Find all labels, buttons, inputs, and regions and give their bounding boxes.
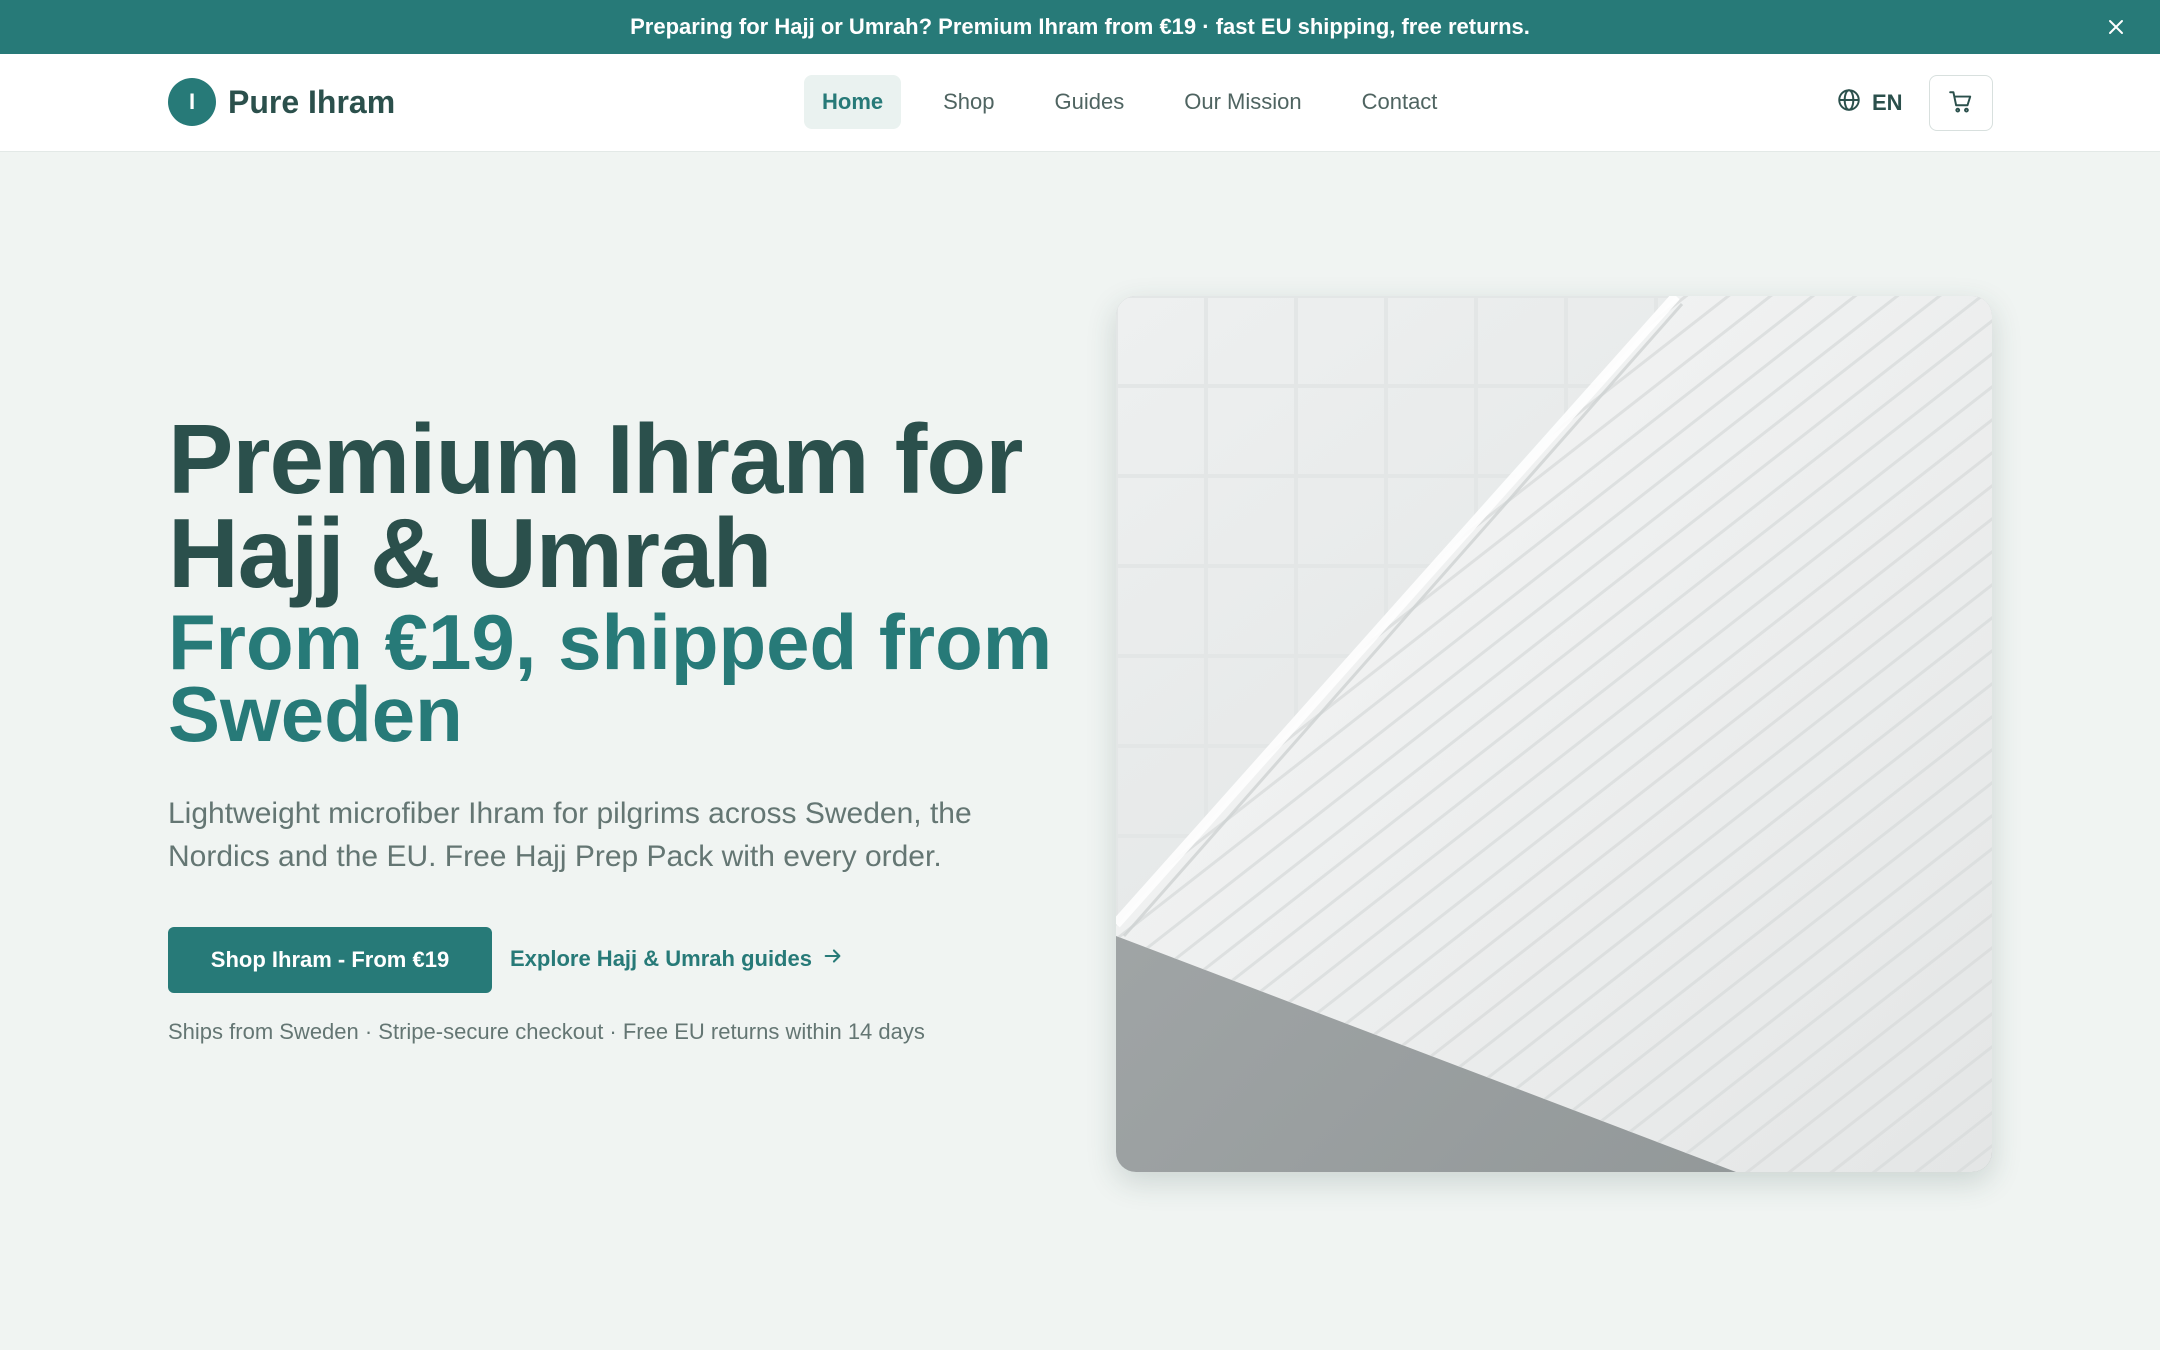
main-nav: Home Shop Guides Our Mission Contact [804,75,1473,129]
logo-mark: I [168,78,216,126]
nav-item-shop[interactable]: Shop [925,75,1012,129]
globe-icon [1836,87,1862,119]
hero-title: Premium Ihram for Hajj & Umrah [168,404,1023,608]
nav-item-our-mission[interactable]: Our Mission [1166,75,1319,129]
arrow-right-icon [822,945,844,973]
language-label: EN [1872,90,1903,115]
ihram-towel-illustration [1116,296,1992,1172]
language-selector[interactable]: EN [1836,87,1903,119]
hero-subtitle: From €19, shipped from Sweden [168,598,1053,758]
explore-guides-label: Explore Hajj & Umrah guides [510,946,812,971]
hero-product-image [1116,296,1992,1172]
trust-line: Ships from Sweden · Stripe-secure checko… [168,1019,925,1044]
logo-link[interactable]: I Pure Ihram [168,78,395,126]
nav-item-contact[interactable]: Contact [1344,75,1456,129]
brand-name: Pure Ihram [228,83,396,120]
announcement-text: Preparing for Hajj or Umrah? Premium Ihr… [630,14,1530,39]
announcement-bar: Preparing for Hajj or Umrah? Premium Ihr… [0,0,2160,54]
close-icon[interactable] [2102,13,2130,41]
nav-item-guides[interactable]: Guides [1037,75,1143,129]
cart-icon [1948,89,1974,118]
nav-item-home[interactable]: Home [804,75,902,129]
hero-description: Lightweight microfiber Ihram for pilgrim… [168,797,972,873]
shop-ihram-button[interactable]: Shop Ihram - From €19 [168,927,492,993]
explore-guides-link[interactable]: Explore Hajj & Umrah guides [510,945,844,973]
site-header: I Pure Ihram Home Shop Guides Our Missio… [0,54,2160,152]
cart-button[interactable] [1929,75,1993,131]
